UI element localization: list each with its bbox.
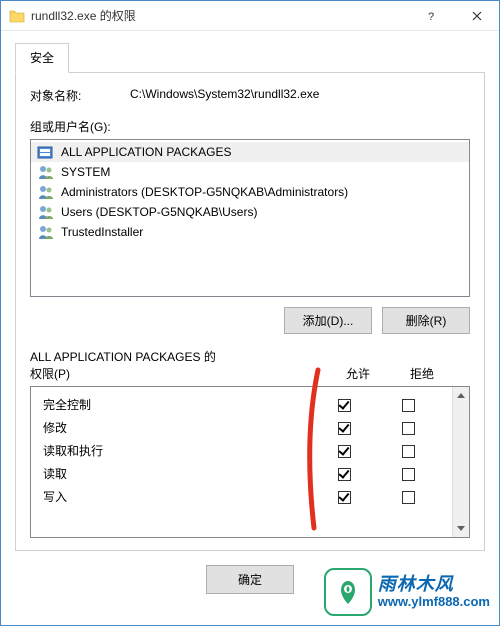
list-item-label: TrustedInstaller: [61, 225, 143, 239]
list-item[interactable]: SYSTEM: [31, 162, 469, 182]
folder-icon: [9, 9, 25, 23]
list-item[interactable]: ALL APPLICATION PACKAGES: [31, 142, 469, 162]
watermark-logo: 雨林木风 www.ylmf888.com: [324, 568, 490, 616]
close-button[interactable]: [454, 1, 499, 31]
groups-label: 组或用户名(G):: [30, 118, 470, 135]
users-icon: [37, 204, 55, 220]
permission-name: 完全控制: [43, 396, 312, 413]
tab-strip: 安全: [15, 43, 485, 73]
permission-name: 读取: [43, 465, 312, 482]
tab-security[interactable]: 安全: [15, 43, 69, 73]
list-item-label: SYSTEM: [61, 165, 110, 179]
scroll-up-button[interactable]: [453, 387, 469, 404]
remove-button[interactable]: 删除(R): [382, 307, 470, 334]
deny-checkbox[interactable]: [402, 422, 415, 435]
ok-button[interactable]: 确定: [206, 565, 294, 594]
allow-checkbox[interactable]: [338, 468, 351, 481]
package-icon: [37, 144, 55, 160]
permission-row: 修改: [31, 416, 452, 439]
help-button[interactable]: ?: [409, 1, 454, 31]
permission-name: 写入: [43, 488, 312, 505]
permission-row: 写入: [31, 485, 452, 508]
window-title: rundll32.exe 的权限: [31, 7, 136, 24]
logo-url-text: www.ylmf888.com: [378, 595, 490, 610]
users-icon: [37, 184, 55, 200]
deny-checkbox[interactable]: [402, 399, 415, 412]
add-button[interactable]: 添加(D)...: [284, 307, 372, 334]
scroll-down-button[interactable]: [453, 520, 469, 537]
permissions-box: 完全控制修改读取和执行读取写入: [30, 386, 470, 538]
permissions-dialog: rundll32.exe 的权限 ? 安全 对象名称: C:\Windows\S…: [0, 0, 500, 626]
list-item[interactable]: Users (DESKTOP-G5NQKAB\Users): [31, 202, 469, 222]
logo-icon: [324, 568, 372, 616]
groups-listbox[interactable]: ALL APPLICATION PACKAGES SYSTEM Administra…: [30, 139, 470, 297]
user-icon: [37, 224, 55, 240]
list-item-label: Users (DESKTOP-G5NQKAB\Users): [61, 205, 257, 219]
object-name-value: C:\Windows\System32\rundll32.exe: [130, 87, 319, 104]
list-item[interactable]: Administrators (DESKTOP-G5NQKAB\Administ…: [31, 182, 469, 202]
permission-name: 修改: [43, 419, 312, 436]
allow-checkbox[interactable]: [338, 422, 351, 435]
column-allow: 允许: [326, 365, 390, 382]
permission-row: 读取和执行: [31, 439, 452, 462]
scrollbar[interactable]: [452, 387, 469, 537]
allow-checkbox[interactable]: [338, 445, 351, 458]
list-item[interactable]: TrustedInstaller: [31, 222, 469, 242]
users-icon: [37, 164, 55, 180]
allow-checkbox[interactable]: [338, 399, 351, 412]
deny-checkbox[interactable]: [402, 491, 415, 504]
deny-checkbox[interactable]: [402, 445, 415, 458]
svg-text:?: ?: [428, 11, 434, 22]
permission-name: 读取和执行: [43, 442, 312, 459]
logo-cn-text: 雨林木风: [378, 574, 490, 595]
permission-row: 读取: [31, 462, 452, 485]
permissions-for-label: ALL APPLICATION PACKAGES 的 权限(P): [30, 348, 326, 382]
security-panel: 对象名称: C:\Windows\System32\rundll32.exe 组…: [15, 73, 485, 551]
list-item-label: Administrators (DESKTOP-G5NQKAB\Administ…: [61, 185, 348, 199]
column-deny: 拒绝: [390, 365, 454, 382]
titlebar: rundll32.exe 的权限 ?: [1, 1, 499, 31]
deny-checkbox[interactable]: [402, 468, 415, 481]
permission-row: 完全控制: [31, 393, 452, 416]
list-item-label: ALL APPLICATION PACKAGES: [61, 145, 232, 159]
allow-checkbox[interactable]: [338, 491, 351, 504]
object-name-label: 对象名称:: [30, 87, 130, 104]
